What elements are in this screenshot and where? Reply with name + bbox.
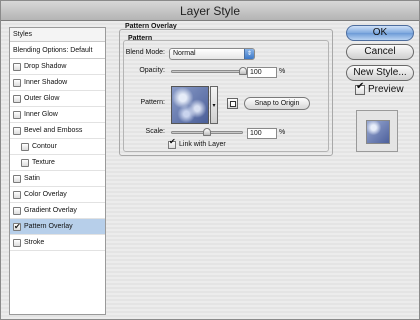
new-style-button[interactable]: New Style... <box>346 65 414 81</box>
scale-slider-thumb[interactable] <box>203 128 211 136</box>
opacity-slider-thumb[interactable] <box>239 67 247 75</box>
preview-label: Preview <box>368 84 404 95</box>
style-item-label: Gradient Overlay <box>24 207 77 214</box>
style-checkbox[interactable] <box>13 175 21 183</box>
scale-input[interactable]: 100 <box>247 128 277 139</box>
style-item-gradient-overlay[interactable]: Gradient Overlay <box>10 203 105 219</box>
style-item-bevel-and-emboss[interactable]: Bevel and Emboss <box>10 123 105 139</box>
link-with-layer-checkbox[interactable] <box>168 137 176 149</box>
blending-options-item[interactable]: Blending Options: Default <box>10 42 105 59</box>
pattern-label: Pattern: <box>140 99 165 106</box>
style-item-contour[interactable]: Contour <box>10 139 105 155</box>
style-item-label: Color Overlay <box>24 191 67 198</box>
blend-mode-label: Blend Mode: <box>125 49 165 56</box>
style-item-label: Texture <box>32 159 55 166</box>
styles-list: Styles Blending Options: Default Drop Sh… <box>9 27 106 315</box>
pattern-swatch[interactable] <box>171 86 209 124</box>
pattern-picker-arrow-icon[interactable]: ▾ <box>210 86 218 124</box>
style-item-label: Inner Shadow <box>24 79 68 86</box>
subgroup-title: Pattern <box>128 35 153 42</box>
style-checkbox[interactable] <box>13 191 21 199</box>
style-checkbox[interactable] <box>13 95 21 103</box>
chevron-updown-icon: ⇕ <box>244 49 254 59</box>
style-checkbox[interactable] <box>13 111 21 119</box>
blend-mode-select[interactable]: Normal ⇕ <box>169 48 255 60</box>
style-item-label: Satin <box>24 175 40 182</box>
style-item-satin[interactable]: Satin <box>10 171 105 187</box>
style-checkbox[interactable] <box>21 143 29 151</box>
style-item-texture[interactable]: Texture <box>10 155 105 171</box>
opacity-unit: % <box>279 68 286 75</box>
style-checkbox[interactable] <box>21 159 29 167</box>
style-item-label: Inner Glow <box>24 111 58 118</box>
style-item-label: Pattern Overlay <box>24 223 73 230</box>
style-item-label: Stroke <box>24 239 45 246</box>
style-item-inner-shadow[interactable]: Inner Shadow <box>10 75 105 91</box>
opacity-input[interactable]: 100 <box>247 67 277 78</box>
style-checkbox[interactable] <box>13 239 21 247</box>
cancel-button[interactable]: Cancel <box>346 44 414 60</box>
style-item-color-overlay[interactable]: Color Overlay <box>10 187 105 203</box>
style-checkbox[interactable] <box>13 219 21 234</box>
style-item-label: Drop Shadow <box>24 63 67 70</box>
style-checkbox[interactable] <box>13 127 21 135</box>
opacity-label: Opacity: <box>139 67 165 74</box>
link-with-layer-label: Link with Layer <box>179 141 226 148</box>
window-title: Layer Style <box>179 4 241 18</box>
scale-label: Scale: <box>145 128 165 135</box>
preview-checkbox[interactable] <box>355 81 365 95</box>
style-item-label: Contour <box>32 143 57 150</box>
style-item-label: Bevel and Emboss <box>24 127 83 134</box>
title-bar: Layer Style <box>1 1 419 21</box>
preview-swatch <box>366 120 390 144</box>
preview-thumbnail <box>356 110 398 152</box>
snap-to-origin-button[interactable]: Snap to Origin <box>244 97 310 110</box>
style-item-drop-shadow[interactable]: Drop Shadow <box>10 59 105 75</box>
scale-unit: % <box>279 129 286 136</box>
style-checkbox[interactable] <box>13 79 21 87</box>
style-item-pattern-overlay[interactable]: Pattern Overlay <box>10 219 105 235</box>
styles-header[interactable]: Styles <box>10 28 105 42</box>
opacity-slider[interactable] <box>171 70 243 73</box>
style-item-inner-glow[interactable]: Inner Glow <box>10 107 105 123</box>
layer-style-dialog: Layer Style Styles Blending Options: Def… <box>0 0 420 320</box>
style-checkbox[interactable] <box>13 207 21 215</box>
style-item-label: Outer Glow <box>24 95 60 102</box>
blend-mode-value: Normal <box>173 50 196 57</box>
new-preset-icon[interactable] <box>227 98 238 109</box>
style-checkbox[interactable] <box>13 63 21 71</box>
style-item-stroke[interactable]: Stroke <box>10 235 105 251</box>
ok-button[interactable]: OK <box>346 25 414 41</box>
style-item-outer-glow[interactable]: Outer Glow <box>10 91 105 107</box>
